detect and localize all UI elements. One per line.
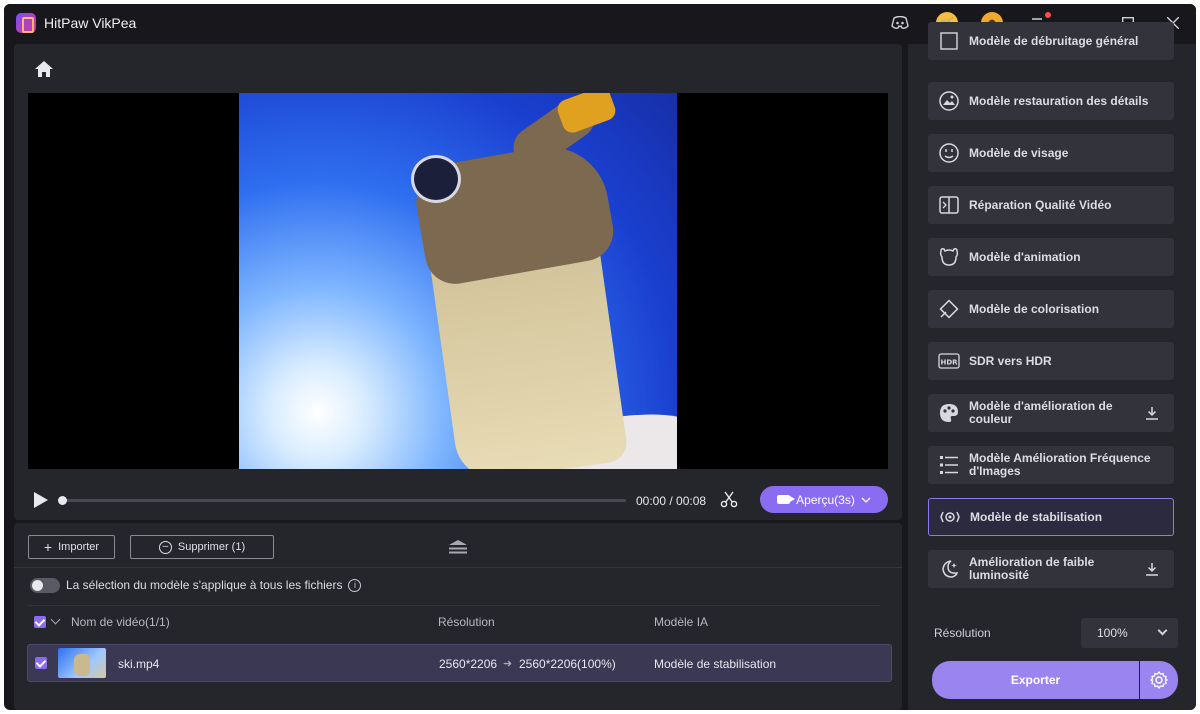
app-logo-icon	[16, 13, 36, 33]
chevron-down-icon[interactable]	[50, 614, 61, 625]
model-label: Amélioration de faible luminosité	[969, 555, 1095, 582]
model-item-video-repair[interactable]: Réparation Qualité Vidéo	[928, 186, 1174, 224]
column-header-model: Modèle IA	[654, 615, 709, 629]
import-button-label: Importer	[58, 541, 100, 553]
model-item-frame-rate[interactable]: Modèle Amélioration Fréquence d'Images	[928, 446, 1174, 484]
resolution-select[interactable]: 100%	[1081, 618, 1178, 648]
collapse-panel-icon[interactable]	[448, 539, 468, 555]
time-display: 00:00 / 00:08	[636, 494, 707, 508]
video-player[interactable]	[28, 93, 888, 469]
model-label: SDR vers HDR	[969, 353, 1052, 368]
download-icon[interactable]	[1140, 557, 1164, 581]
plus-icon: +	[43, 539, 53, 555]
stabilization-icon	[938, 505, 962, 529]
video-repair-icon	[937, 193, 961, 217]
play-icon[interactable]	[34, 492, 48, 508]
model-sidebar: Modèle de débruitage général Modèle rest…	[908, 22, 1196, 710]
video-thumbnail	[58, 648, 106, 678]
delete-button[interactable]: – Supprimer (1)	[130, 535, 274, 559]
export-button[interactable]: Exporter	[932, 661, 1139, 699]
model-label: Modèle de colorisation	[969, 301, 1100, 316]
denoise-icon	[937, 29, 961, 53]
svg-text:HDR: HDR	[940, 359, 958, 367]
files-panel: + Importer – Supprimer (1) La sélection …	[14, 523, 902, 710]
video-frame	[239, 93, 677, 469]
preview-button-label: Aperçu(3s)	[796, 492, 855, 507]
hdr-icon: HDR	[937, 349, 961, 373]
model-item-detail-restore[interactable]: Modèle restauration des détails	[928, 82, 1174, 120]
table-row[interactable]: ski.mp4 2560*2206 ➜ 2560*2206(100%) Modè…	[27, 644, 892, 682]
low-light-icon	[937, 557, 961, 581]
chevron-down-icon	[861, 497, 871, 503]
home-icon[interactable]	[34, 60, 56, 82]
model-item-hdr[interactable]: HDR SDR vers HDR	[928, 342, 1174, 380]
model-item-face[interactable]: Modèle de visage	[928, 134, 1174, 172]
column-header-resolution: Résolution	[438, 615, 495, 629]
download-icon[interactable]	[1140, 401, 1164, 425]
app-title: HitPaw VikPea	[44, 15, 137, 31]
apply-all-row: La sélection du modèle s'applique à tous…	[30, 576, 362, 594]
preview-panel: 00:00 / 00:08 Aperçu(3s)	[14, 44, 902, 520]
model-label: Modèle d'amélioration de couleur	[969, 399, 1113, 426]
chevron-down-icon	[1157, 625, 1168, 636]
preview-button[interactable]: Aperçu(3s)	[760, 486, 888, 513]
minus-circle-icon: –	[158, 540, 172, 554]
progress-bar[interactable]	[58, 496, 626, 505]
info-icon[interactable]: i	[348, 578, 362, 592]
resolution-from: 2560*2206	[439, 657, 498, 671]
detail-restore-icon	[937, 89, 961, 113]
export-button-label: Exporter	[1010, 673, 1061, 687]
gear-icon	[1150, 671, 1168, 689]
model-item-color-enhance[interactable]: Modèle d'amélioration de couleur	[928, 394, 1174, 432]
file-model: Modèle de stabilisation	[654, 657, 777, 671]
row-checkbox[interactable]	[35, 657, 47, 669]
model-item-denoise[interactable]: Modèle de débruitage général	[928, 22, 1174, 60]
model-label: Modèle Amélioration Fréquence d'Images	[969, 451, 1151, 478]
discord-icon[interactable]	[890, 13, 910, 33]
divider	[28, 605, 880, 606]
select-all-checkbox[interactable]	[34, 616, 46, 628]
model-item-animation[interactable]: Modèle d'animation	[928, 238, 1174, 276]
scissors-icon[interactable]	[720, 490, 740, 510]
progress-knob[interactable]	[58, 496, 67, 505]
model-label: Modèle de visage	[969, 145, 1069, 160]
apply-all-label: La sélection du modèle s'applique à tous…	[66, 578, 343, 592]
resolution-label: Résolution	[934, 626, 991, 640]
model-item-stabilization[interactable]: Modèle de stabilisation	[928, 498, 1174, 536]
frame-rate-icon	[937, 453, 961, 477]
camera-icon	[777, 495, 796, 504]
import-button[interactable]: + Importer	[28, 535, 115, 559]
apply-all-toggle[interactable]	[30, 577, 60, 593]
model-label: Réparation Qualité Vidéo	[969, 197, 1112, 212]
export-settings-button[interactable]	[1140, 661, 1178, 699]
face-icon	[937, 141, 961, 165]
model-label: Modèle d'animation	[969, 249, 1081, 264]
file-name: ski.mp4	[118, 657, 160, 671]
arrow-right-icon: ➜	[503, 658, 513, 670]
model-item-colorize[interactable]: Modèle de colorisation	[928, 290, 1174, 328]
app-window: HitPaw VikPea 🛒 ☻	[4, 4, 1196, 710]
model-label: Modèle de stabilisation	[970, 509, 1103, 524]
model-label: Modèle restauration des détails	[969, 93, 1149, 108]
palette-icon	[937, 401, 961, 425]
playback-controls: 00:00 / 00:08 Aperçu(3s)	[28, 484, 888, 514]
colorize-icon	[937, 297, 961, 321]
model-item-low-light[interactable]: Amélioration de faible luminosité	[928, 550, 1174, 588]
model-label: Modèle de débruitage général	[969, 33, 1139, 48]
video-skier-helmet	[411, 155, 461, 203]
column-header-name: Nom de vidéo(1/1)	[71, 615, 170, 629]
resolution-to: 2560*2206(100%)	[519, 657, 616, 671]
delete-button-label: Supprimer (1)	[177, 541, 246, 553]
divider	[14, 567, 902, 568]
resolution-value: 100%	[1097, 626, 1128, 640]
notification-dot	[1045, 12, 1051, 18]
animation-icon	[937, 245, 961, 269]
